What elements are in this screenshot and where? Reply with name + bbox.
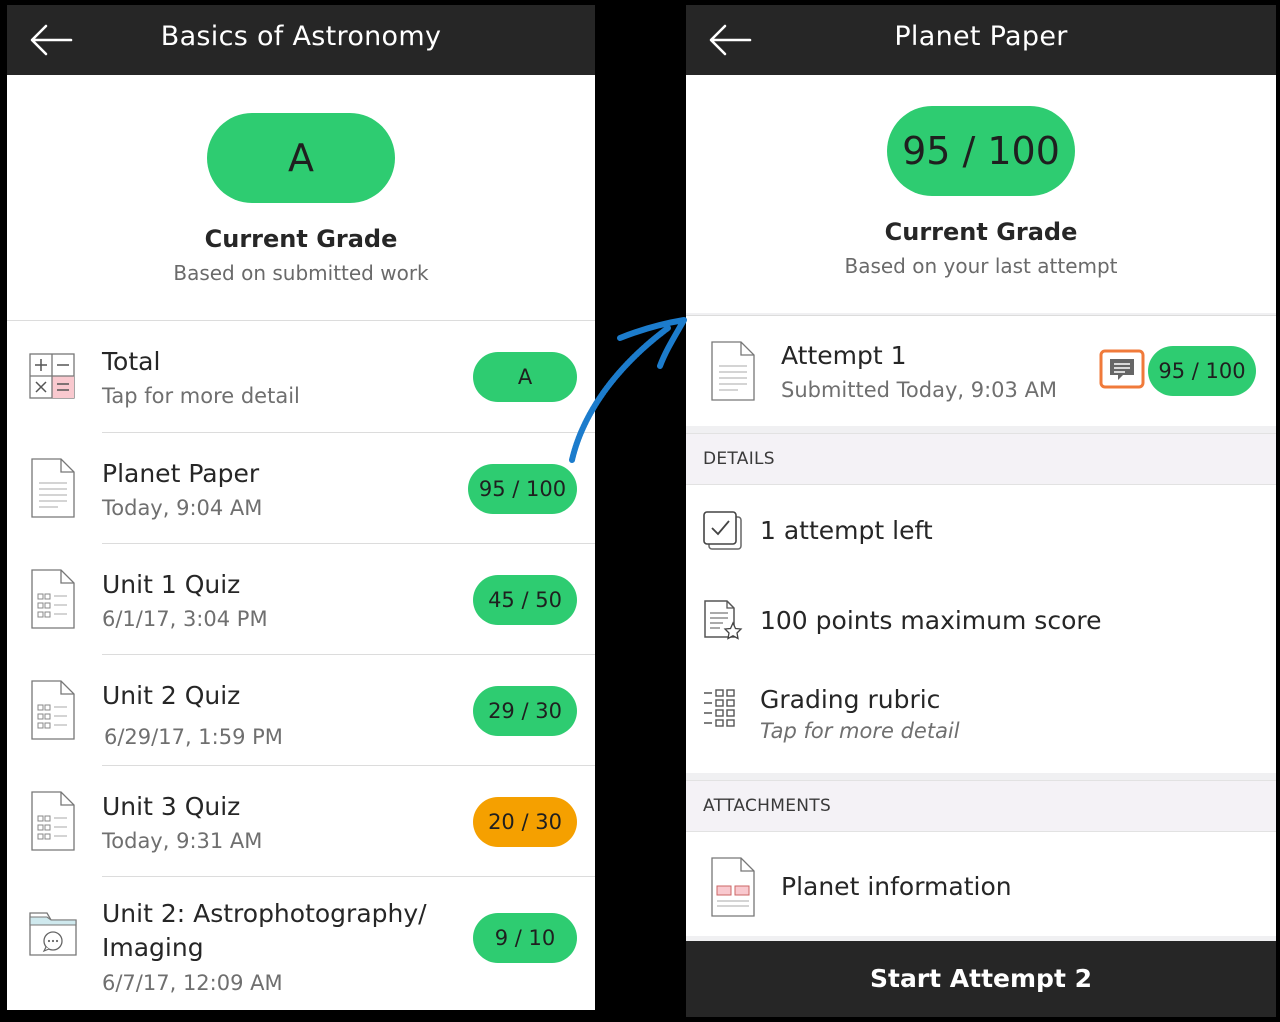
grade-row-unit-3-quiz[interactable]: Unit 3 Quiz Today, 9:31 AM 20 / 30 xyxy=(7,766,595,877)
detail-text: Grading rubric xyxy=(760,685,941,714)
current-grade-badge: A xyxy=(207,113,395,203)
row-title: Unit 1 Quiz xyxy=(102,570,241,599)
attempt-score-pill: 95 / 100 xyxy=(1148,346,1256,396)
attachment-file-icon xyxy=(711,857,755,917)
current-grade-title: Current Grade xyxy=(204,225,398,253)
row-subtitle: Today, 9:04 AM xyxy=(102,496,263,520)
discussion-folder-icon xyxy=(29,912,77,956)
rubric-icon xyxy=(704,689,735,727)
detail-text: 100 points maximum score xyxy=(760,606,1102,635)
top-bar: Basics of Astronomy xyxy=(7,5,595,75)
calculator-icon xyxy=(29,353,75,399)
details-header-label: DETAILS xyxy=(703,449,775,469)
current-grade-subtitle: Based on your last attempt xyxy=(844,254,1118,278)
score-pill: 29 / 30 xyxy=(473,686,577,736)
details-section-header: DETAILS xyxy=(686,433,1276,485)
grade-row-unit-2-quiz[interactable]: Unit 2 Quiz 6/29/17, 1:59 PM 29 / 30 xyxy=(7,655,595,766)
row-title-line-2: Imaging xyxy=(102,933,204,962)
score-pill: 9 / 10 xyxy=(473,913,577,963)
row-title: Unit 2: Astrophotography/ xyxy=(102,899,427,928)
quiz-icon xyxy=(31,680,75,740)
current-grade-header: 95 / 100 Current Grade Based on your las… xyxy=(686,106,1276,278)
attempt-title: Attempt 1 xyxy=(781,341,907,370)
flow-arrow-icon xyxy=(569,317,687,463)
row-title: Total xyxy=(102,347,161,376)
grade-row-unit-1-quiz[interactable]: Unit 1 Quiz 6/1/17, 3:04 PM 45 / 50 xyxy=(7,544,595,655)
document-icon xyxy=(31,458,75,518)
row-title: Unit 3 Quiz xyxy=(102,792,241,821)
attachment-row[interactable]: Planet information xyxy=(686,832,1276,936)
detail-max-score: 100 points maximum score xyxy=(686,575,1276,665)
detail-attempts-left: 1 attempt left xyxy=(686,485,1276,575)
row-subtitle: Tap for more detail xyxy=(102,384,300,408)
quiz-icon xyxy=(31,791,75,851)
current-grade-section: 95 / 100 Current Grade Based on your las… xyxy=(686,75,1276,313)
page-title: Basics of Astronomy xyxy=(160,21,442,52)
grade-row-astrophotography[interactable]: Unit 2: Astrophotography/ Imaging 6/7/17… xyxy=(7,877,595,1010)
detail-text: 1 attempt left xyxy=(760,516,933,545)
score-pill: 45 / 50 xyxy=(473,575,577,625)
document-icon xyxy=(711,341,755,401)
attachment-name: Planet information xyxy=(781,872,1012,901)
start-attempt-button[interactable]: Start Attempt 2 xyxy=(686,941,1276,1017)
current-grade-badge: 95 / 100 xyxy=(887,106,1075,196)
row-title: Planet Paper xyxy=(102,459,260,488)
attachments-header-label: ATTACHMENTS xyxy=(703,796,832,816)
grade-row-planet-paper[interactable]: Planet Paper Today, 9:04 AM 95 / 100 xyxy=(7,433,595,544)
score-pill: 20 / 30 xyxy=(473,797,577,847)
attempt-subtitle: Submitted Today, 9:03 AM xyxy=(781,378,1058,402)
row-subtitle: 6/1/17, 3:04 PM xyxy=(102,607,268,631)
quiz-icon xyxy=(31,569,75,629)
detail-subtitle: Tap for more detail xyxy=(760,719,960,743)
attempt-row[interactable]: Attempt 1 Submitted Today, 9:03 AM 95 / … xyxy=(686,315,1276,426)
top-bar: Planet Paper xyxy=(686,5,1276,75)
current-grade-title: Current Grade xyxy=(884,218,1078,246)
row-subtitle: Today, 9:31 AM xyxy=(102,829,263,853)
details-list: 1 attempt left 100 points maximum score xyxy=(686,485,1276,773)
current-grade-subtitle: Based on submitted work xyxy=(173,261,429,285)
current-grade-header: A Current Grade Based on submitted work xyxy=(7,113,595,285)
page-title: Planet Paper xyxy=(894,21,1068,52)
row-subtitle: 6/7/17, 12:09 AM xyxy=(102,971,283,995)
row-title: Unit 2 Quiz xyxy=(102,681,241,710)
row-subtitle: 6/29/17, 1:59 PM xyxy=(104,725,283,749)
detail-grading-rubric[interactable]: Grading rubric Tap for more detail xyxy=(686,665,1276,765)
attempts-checkbox-icon xyxy=(703,511,742,550)
feedback-comment-icon[interactable] xyxy=(1099,349,1145,389)
course-grades-screen: Basics of Astronomy A Current Grade Base… xyxy=(7,5,595,1010)
max-score-icon xyxy=(704,600,743,640)
assignment-detail-screen: Planet Paper 95 / 100 Current Grade Base… xyxy=(686,5,1276,1017)
attachments-section-header: ATTACHMENTS xyxy=(686,780,1276,832)
grade-row-total[interactable]: Total Tap for more detail A xyxy=(7,321,595,433)
